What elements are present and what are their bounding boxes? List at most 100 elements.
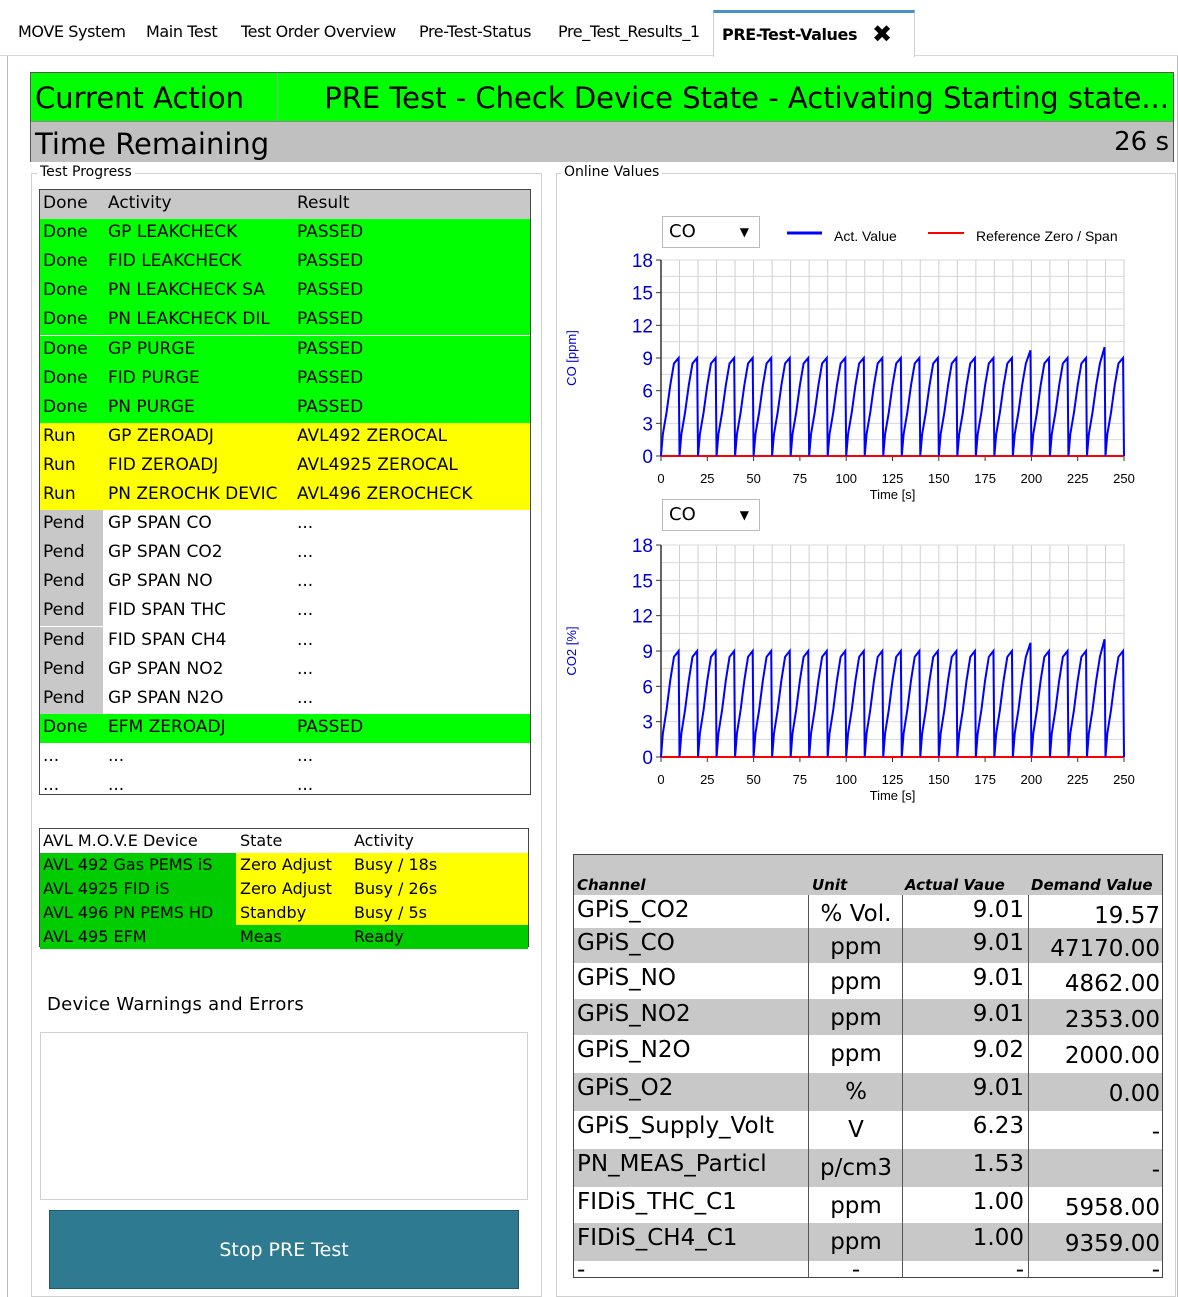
x-axis-label: Time [s] [870,487,916,502]
progress-result: PASSED [297,280,364,301]
progress-row: Pend GP SPAN CO... [40,510,530,540]
values-row: GPiS_NO2 ppm 9.01 2353.00 [574,999,1162,1035]
y-tick-label: 15 [632,571,653,592]
progress-result: AVL492 ZEROCAL [297,425,448,446]
values-actual: 9.01 [972,1001,1024,1027]
progress-state: Pend [43,513,85,534]
values-demand: 19.57 [1094,903,1160,929]
values-actual: 6.23 [972,1113,1024,1139]
progress-state: Done [43,280,88,301]
values-actual: 1.00 [972,1189,1024,1215]
values-row: GPiS_Supply_Volt V 6.23 - [574,1111,1162,1149]
values-unit: ppm [830,1193,882,1219]
values-channel: GPiS_N2O [577,1037,691,1063]
header-demand: Demand Value [1031,876,1153,894]
tab-pre-test-results-1[interactable]: Pre_Test_Results_1 [558,22,700,41]
progress-state: Done [43,367,88,388]
x-tick-label: 75 [793,471,807,486]
progress-state: Done [43,338,88,359]
values-demand: 2353.00 [1064,1007,1160,1033]
values-demand: 47170.00 [1050,936,1160,962]
progress-result: ... [297,513,314,534]
tab-move-system[interactable]: MOVE System [18,22,126,41]
values-channel: FIDiS_CH4_C1 [577,1225,738,1251]
x-tick-label: 150 [928,471,950,486]
values-row: GPiS_CO2 % Vol. 9.01 19.57 [574,895,1162,929]
progress-header-cell: Done [43,193,88,213]
progress-row: ......... [40,742,530,772]
online-values-title: Online Values [561,164,663,180]
progress-row: Pend GP SPAN NO... [40,568,530,598]
values-unit: V [848,1117,864,1143]
progress-result: PASSED [297,367,364,388]
x-tick-label: 100 [835,772,857,787]
progress-row: Run GP ZEROADJ AVL492 ZEROCAL [40,422,530,452]
x-tick-label: 25 [700,772,714,787]
progress-result: PASSED [297,396,364,417]
progress-header: Done Activity Result [40,190,530,219]
progress-activity: ... [108,745,125,766]
stop-pre-test-button[interactable]: Stop PRE Test [49,1210,519,1289]
values-actual: 1.00 [972,1225,1024,1251]
x-tick-label: 125 [882,772,904,787]
device-state: Zero Adjust [240,879,332,898]
values-unit: ppm [830,1005,882,1031]
progress-state: Run [43,454,76,475]
progress-row: Run FID ZEROADJ AVL4925 ZEROCAL [40,451,530,481]
tab-test-order-overview[interactable]: Test Order Overview [241,22,396,41]
progress-result: AVL4925 ZEROCAL [297,454,458,475]
warnings-list[interactable] [40,1032,528,1200]
tab-bar: MOVE System Main Test Test Order Overvie… [0,0,1178,57]
x-tick-label: 125 [882,471,904,486]
values-column-divider [902,895,903,1277]
progress-result: ... [297,629,314,650]
progress-activity: FID SPAN THC [108,600,227,621]
device-device: AVL 496 PN PEMS HD [43,903,214,922]
banner-divider [277,73,278,121]
progress-row: Done PN LEAKCHECK SA PASSED [40,277,530,307]
values-channel: GPiS_CO [577,930,675,956]
values-row: GPiS_NO ppm 9.01 4862.00 [574,963,1162,999]
values-unit: ppm [830,969,882,995]
values-demand: 2000.00 [1064,1043,1160,1069]
values-row: FIDiS_CH4_C1 ppm 1.00 9359.00 [574,1223,1162,1261]
values-demand: 4862.00 [1064,971,1160,997]
frame-border-left [7,56,8,1297]
test-progress-title: Test Progress [37,164,135,180]
progress-activity: PN LEAKCHECK DIL [108,309,270,330]
values-unit: ppm [830,1041,882,1067]
values-channel: PN_MEAS_Particl [577,1151,767,1177]
y-tick-label: 18 [632,536,653,557]
values-row: GPiS_O2% 9.01 0.00 [574,1073,1162,1111]
progress-activity: GP SPAN NO2 [108,658,224,679]
device-header-cell: AVL M.O.V.E Device [43,831,198,850]
values-demand: 5958.00 [1064,1195,1160,1221]
progress-result: ... [297,658,314,679]
progress-result: ... [297,687,314,708]
values-unit: % [845,1079,867,1105]
progress-activity: GP SPAN CO [108,513,212,534]
values-row: FIDiS_THC_C1 ppm 1.00 5958.00 [574,1187,1162,1223]
device-table: AVL M.O.V.E Device State Activity AVL 492 G… [39,828,529,949]
values-row: ---- [574,1257,1162,1283]
y-axis-label: CO2 [%] [564,626,579,675]
device-header: AVL M.O.V.E Device State Activity [40,829,528,853]
close-icon[interactable]: ✖ [872,20,892,48]
device-activity: Busy / 26s [354,879,438,898]
progress-state: ... [43,775,60,795]
x-tick-label: 50 [746,471,760,486]
header-channel: Channel [577,876,646,894]
warnings-title: Device Warnings and Errors [47,994,305,1015]
progress-row: Pend GP SPAN NO2... [40,655,530,685]
device-activity: Ready [354,927,404,946]
progress-activity: PN ZEROCHK DEVIC [108,484,278,504]
tab-pre-test-status[interactable]: Pre-Test-Status [419,22,531,41]
progress-activity: EFM ZEROADJ [108,716,226,737]
device-state: Zero Adjust [240,855,332,874]
values-row: GPiS_CO ppm 9.01 47170.00 [574,928,1162,963]
values-column-divider [808,895,809,1277]
progress-row: Pend FID SPAN THC... [40,597,530,627]
values-row: GPiS_N2O ppm 9.02 2000.00 [574,1035,1162,1073]
y-tick-label: 0 [642,447,653,468]
tab-main-test[interactable]: Main Test [146,22,218,41]
